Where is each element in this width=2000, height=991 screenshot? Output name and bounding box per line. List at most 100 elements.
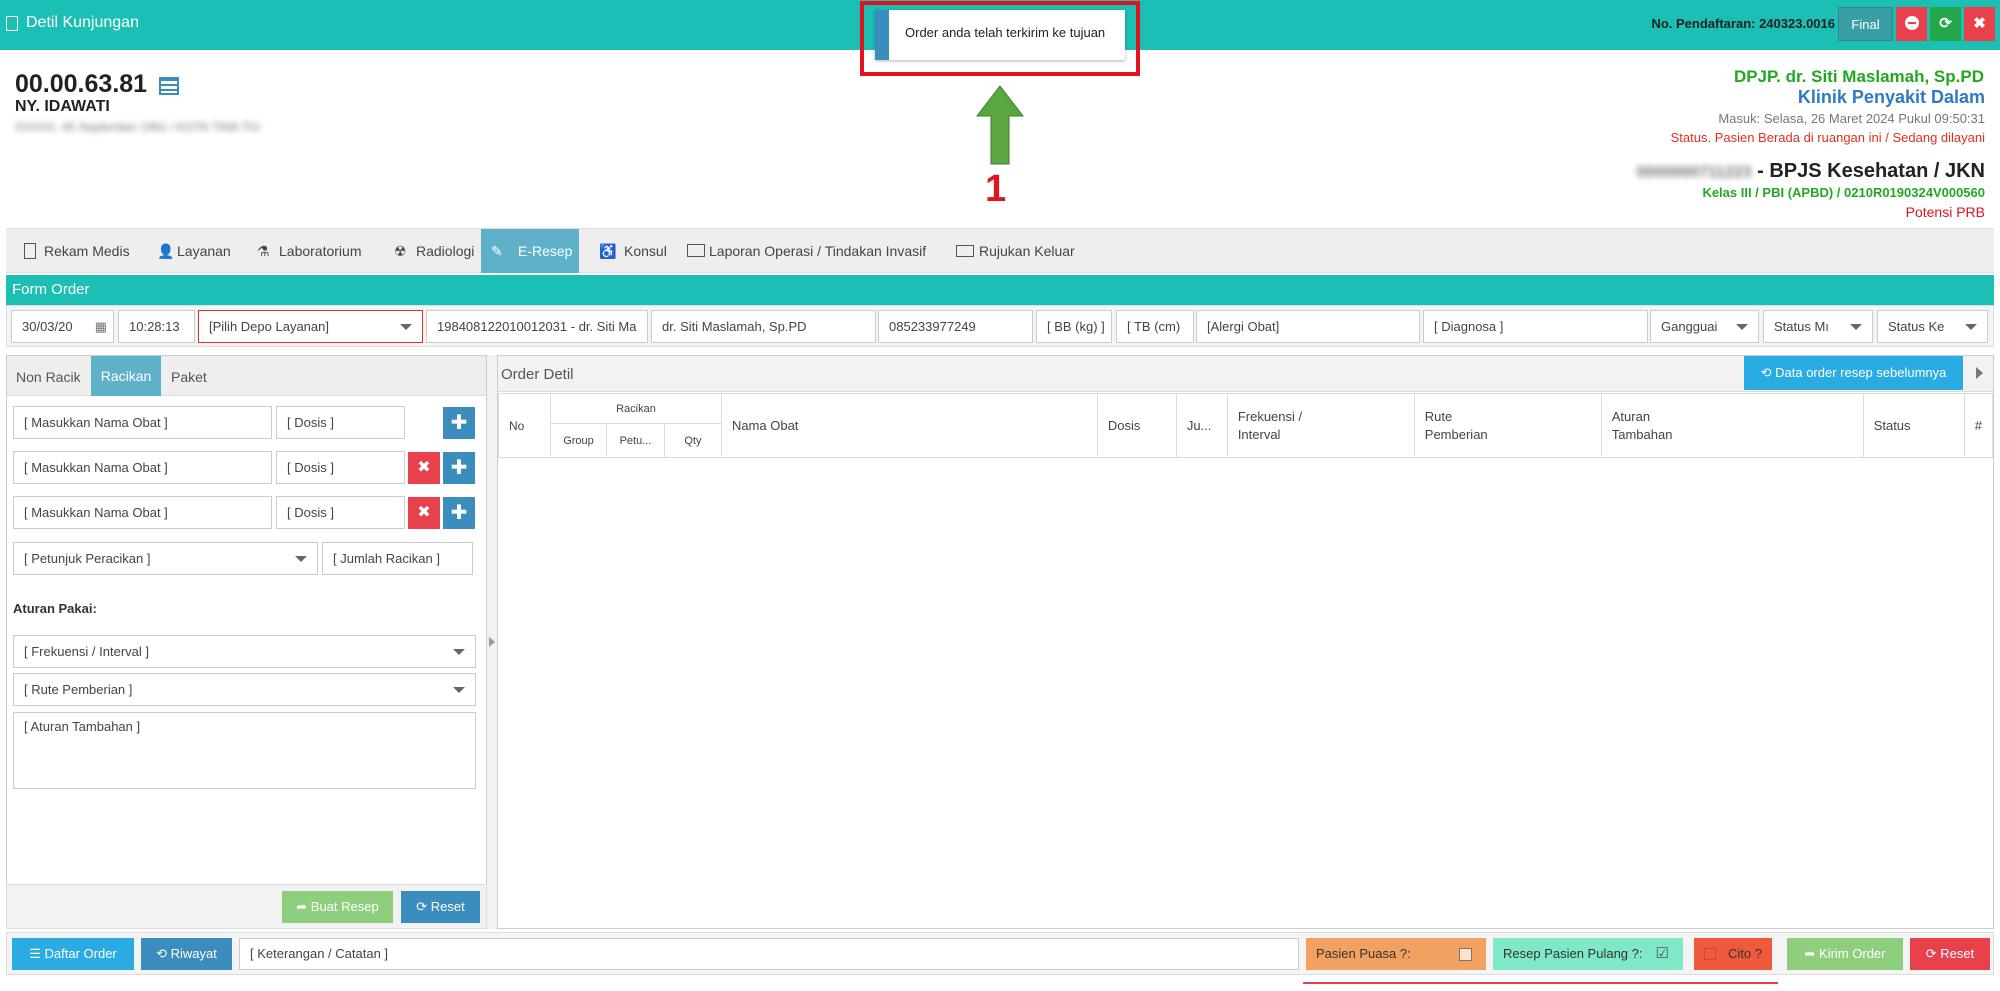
diagnosis-input[interactable]: [ Diagnosa ]	[1423, 310, 1648, 343]
petunjuk-select[interactable]: [ Petunjuk Peracikan ]	[13, 542, 318, 575]
pasien-puasa-toggle[interactable]: Pasien Puasa ?:	[1306, 938, 1486, 970]
registration-number: No. Pendaftaran: 240323.0016	[1651, 16, 1835, 31]
previous-orders-button[interactable]: ⟲ Data order resep sebelumnya	[1744, 356, 1963, 390]
drug-name-input-2[interactable]: [ Masukkan Nama Obat ]	[13, 451, 272, 484]
col-nama-obat: Nama Obat	[720, 393, 1098, 458]
subtab-racikan[interactable]: Racikan	[91, 356, 161, 396]
history-icon: ⟲	[156, 946, 171, 961]
col-frekuensi: Frekuensi / Interval	[1226, 393, 1415, 458]
toast-notification: Order anda telah terkirim ke tujuan	[875, 10, 1125, 60]
status-m-select[interactable]: Status Mı	[1763, 310, 1873, 343]
date-input[interactable]: 30/03/20 ▦	[11, 310, 114, 343]
col-no: No	[498, 393, 551, 458]
aturan-tambahan-textarea[interactable]: [ Aturan Tambahan ]	[13, 712, 476, 789]
bb-input[interactable]: [ BB (kg) ]	[1036, 310, 1112, 343]
tab-rujukan-keluar[interactable]: Rujukan Keluar	[950, 229, 1085, 273]
keterangan-input[interactable]: [ Keterangan / Catatan ]	[239, 938, 1299, 970]
newspaper-icon	[687, 244, 705, 257]
col-status: Status	[1862, 393, 1965, 458]
page-title: Detil Kunjungan	[26, 14, 139, 31]
dose-input-1[interactable]: [ Dosis ]	[276, 406, 405, 439]
cito-checkbox[interactable]	[1704, 948, 1716, 960]
tab-layanan[interactable]: 👤 Layanan	[149, 229, 259, 273]
list-icon[interactable]	[159, 77, 179, 95]
gangguan-select[interactable]: Gangguai	[1650, 310, 1759, 343]
tab-konsul[interactable]: ♿ Konsul	[589, 229, 679, 273]
col-hash: #	[1963, 393, 1994, 458]
reset-recipe-button[interactable]: ⟳ Reset	[401, 891, 480, 923]
col-rute: Rute Pemberian	[1413, 393, 1602, 458]
divider	[1303, 982, 1778, 984]
doctor-id-input[interactable]: 198408122010012031 - dr. Siti Ma	[426, 310, 648, 343]
refresh-icon: ⟳	[416, 899, 431, 914]
cito-toggle[interactable]: Cito ?	[1694, 938, 1772, 970]
minus-circle-button[interactable]	[1896, 7, 1927, 41]
time-input[interactable]: 10:28:13	[118, 310, 195, 343]
tb-input[interactable]: [ TB (cm)	[1116, 310, 1194, 343]
dose-input-3[interactable]: [ Dosis ]	[276, 496, 405, 529]
allergy-input[interactable]: [Alergi Obat]	[1196, 310, 1420, 343]
remove-drug-button[interactable]: ✖	[408, 497, 440, 529]
reset-order-button[interactable]: ⟳ Reset	[1910, 938, 1990, 970]
main-tabs: Rekam Medis 👤 Layanan ⚗ Laboratorium ☢ Radi…	[6, 228, 1994, 273]
order-detail-title: Order Detil	[501, 366, 574, 383]
plus-icon: ✚	[450, 502, 468, 524]
puasa-checkbox[interactable]	[1459, 948, 1472, 961]
kirim-order-button[interactable]: ➦ Kirim Order	[1787, 938, 1903, 970]
dose-input-2[interactable]: [ Dosis ]	[276, 451, 405, 484]
phone-input[interactable]: 085233977249	[878, 310, 1033, 343]
collapse-icon	[489, 637, 495, 647]
envelope-icon	[956, 245, 974, 257]
check-icon[interactable]: ☑	[1656, 938, 1669, 970]
buat-resep-button[interactable]: ➦ Buat Resep	[282, 891, 393, 923]
rute-select[interactable]: [ Rute Pemberian ]	[13, 673, 476, 706]
eraser-icon: ✎	[491, 243, 503, 259]
clinic-label: Klinik Penyakit Dalam	[1797, 87, 1985, 107]
drug-name-input-1[interactable]: [ Masukkan Nama Obat ]	[13, 406, 272, 439]
patient-status: Status. Pasien Berada di ruangan ini / S…	[1670, 130, 1985, 145]
annotation-number: 1	[985, 168, 1007, 210]
chevron-right-icon	[1976, 367, 1983, 379]
add-drug-button[interactable]: ✚	[443, 497, 475, 529]
insurance-line: 0000000711223 - BPJS Kesehatan / JKN	[1637, 160, 1985, 183]
close-button[interactable]: ✖	[1964, 7, 1995, 41]
prb-label: Potensi PRB	[1905, 204, 1985, 220]
status-k-select[interactable]: Status Ke	[1877, 310, 1988, 343]
patient-name: NY. IDAWATI	[15, 98, 110, 115]
frekuensi-select[interactable]: [ Frekuensi / Interval ]	[13, 635, 476, 668]
panel-splitter[interactable]	[487, 355, 497, 929]
annotation-highlight-box: Order anda telah terkirim ke tujuan	[860, 1, 1140, 76]
final-button[interactable]: Final	[1838, 7, 1893, 41]
daftar-order-button[interactable]: ☰ Daftar Order	[12, 938, 134, 970]
subtab-paket[interactable]: Paket	[171, 369, 207, 385]
jumlah-racikan-input[interactable]: [ Jumlah Racikan ]	[322, 542, 473, 575]
share-icon: ➦	[296, 899, 311, 914]
riwayat-button[interactable]: ⟲ Riwayat	[141, 938, 232, 970]
close-icon: ✖	[1973, 15, 1986, 32]
doctor-name-input[interactable]: dr. Siti Maslamah, Sp.PD	[651, 310, 876, 343]
subtab-non-racik[interactable]: Non Racik	[16, 369, 81, 385]
close-icon: ✖	[417, 504, 431, 521]
add-drug-button[interactable]: ✚	[443, 452, 475, 484]
file-icon	[24, 243, 36, 259]
add-drug-button[interactable]: ✚	[443, 407, 475, 439]
refresh-button[interactable]: ⟳	[1930, 7, 1961, 41]
col-petunjuk: Petu...	[605, 423, 665, 458]
tab-radiologi[interactable]: ☢ Radiologi	[386, 229, 486, 273]
tab-rekam-medis[interactable]: Rekam Medis	[14, 229, 139, 273]
tab-laboratorium[interactable]: ⚗ Laboratorium	[249, 229, 379, 273]
expand-button[interactable]	[1966, 356, 1992, 390]
drug-name-input-3[interactable]: [ Masukkan Nama Obat ]	[13, 496, 272, 529]
class-info: Kelas III / PBI (APBD) / 0210R0190324V00…	[1702, 185, 1985, 200]
depo-select[interactable]: [Pilih Depo Layanan]	[198, 310, 423, 343]
insurance-id: 0000000711223	[1636, 164, 1752, 181]
remove-drug-button[interactable]: ✖	[408, 452, 440, 484]
list-icon: ☰	[29, 946, 45, 961]
resep-pulang-toggle[interactable]: Resep Pasien Pulang ?: ☑	[1493, 938, 1683, 970]
col-jumlah: Ju...	[1175, 393, 1228, 458]
document-icon	[6, 16, 18, 31]
tab-laporan-operasi[interactable]: Laporan Operasi / Tindakan Invasif	[681, 229, 941, 273]
aturan-pakai-label: Aturan Pakai:	[13, 601, 97, 616]
tab-e-resep[interactable]: ✎ E-Resep	[481, 229, 579, 273]
calendar-icon[interactable]: ▦	[95, 311, 107, 342]
